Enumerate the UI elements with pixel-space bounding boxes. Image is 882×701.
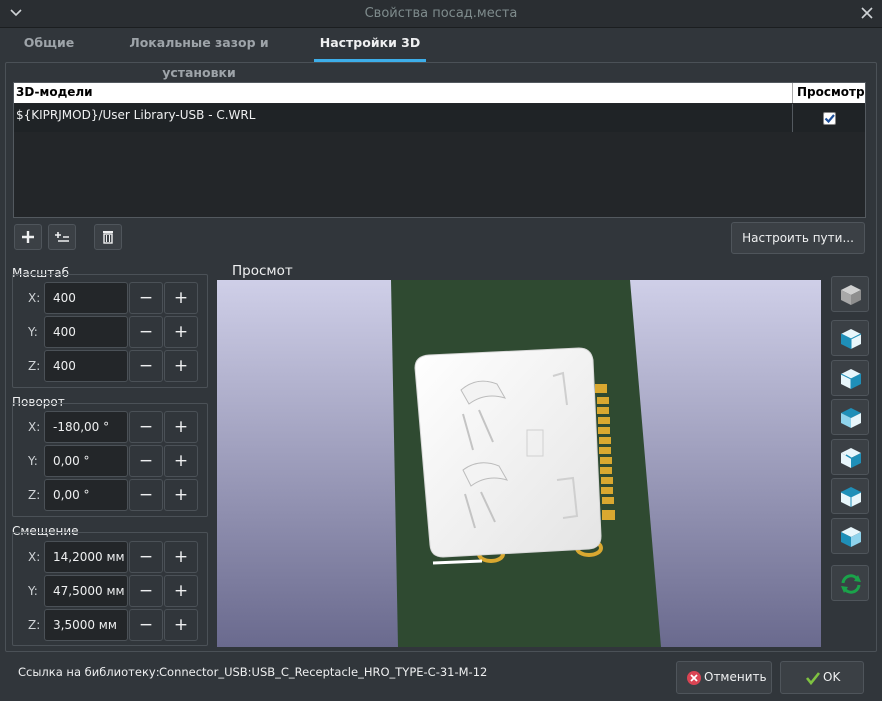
rotation-z-decrement[interactable]: − (129, 479, 163, 511)
browse-model-button[interactable] (48, 224, 76, 250)
configure-paths-button[interactable]: Настроить пути... (731, 222, 865, 254)
models-table-header: 3D-модели Просмотр (14, 83, 865, 103)
header-3d-models: 3D-модели (16, 85, 93, 99)
cancel-icon (687, 671, 701, 685)
offset-y-increment[interactable]: + (164, 575, 198, 607)
models-table-empty-area (13, 132, 866, 218)
scale-z-field[interactable]: 400 (44, 350, 128, 382)
rotation-z-increment[interactable]: + (164, 479, 198, 511)
rotation-z-label: Z: (28, 488, 41, 502)
rotation-x-field[interactable]: -180,00 ° (44, 411, 128, 443)
library-link-label: Ссылка на библиотеку: (18, 665, 160, 679)
offset-x-increment[interactable]: + (164, 541, 198, 573)
view-back-button[interactable] (831, 360, 869, 396)
offset-x-field[interactable]: 14,2000 мм (44, 541, 128, 573)
3d-model-render (217, 280, 821, 647)
refresh-icon (841, 574, 861, 594)
add-model-button[interactable] (14, 224, 42, 250)
offset-x-label: X: (28, 550, 41, 564)
rotation-y-increment[interactable]: + (164, 445, 198, 477)
rotation-x-label: X: (28, 420, 41, 434)
view-right-button[interactable] (831, 439, 869, 475)
offset-x-decrement[interactable]: − (129, 541, 163, 573)
model-path-cell[interactable]: ${KIPRJMOD}/User Library-USB - C.WRL (16, 108, 255, 122)
scale-z-increment[interactable]: + (164, 350, 198, 382)
offset-z-decrement[interactable]: − (129, 609, 163, 641)
title-bar: Свойства посад.места (0, 0, 882, 28)
rotation-y-label: Y: (28, 454, 38, 468)
cube-left-icon (841, 408, 861, 428)
rotation-x-decrement[interactable]: − (129, 411, 163, 443)
scale-x-decrement[interactable]: − (129, 282, 163, 314)
list-add-icon (55, 232, 69, 242)
rotation-y-decrement[interactable]: − (129, 445, 163, 477)
offset-y-label: Y: (28, 584, 38, 598)
close-icon[interactable] (860, 6, 874, 20)
trash-icon (103, 231, 113, 244)
scale-x-increment[interactable]: + (164, 282, 198, 314)
view-bottom-button[interactable] (831, 518, 869, 554)
preview-cell (792, 104, 865, 132)
view-3d-button[interactable] (831, 276, 869, 312)
view-top-button[interactable] (831, 478, 869, 514)
cancel-button[interactable]: Отменить (676, 661, 772, 694)
library-link-value: Connector_USB:USB_C_Receptacle_HRO_TYPE-… (159, 665, 488, 679)
cube-top-icon (840, 487, 862, 507)
cancel-label: Отменить (704, 670, 767, 684)
scale-x-label: X: (28, 291, 41, 305)
scale-z-decrement[interactable]: − (129, 350, 163, 382)
offset-y-decrement[interactable]: − (129, 575, 163, 607)
delete-model-button[interactable] (94, 224, 122, 250)
tab-3d-settings[interactable]: Настройки 3D (314, 28, 426, 62)
scale-y-field[interactable]: 400 (44, 316, 128, 348)
offset-z-increment[interactable]: + (164, 609, 198, 641)
scale-x-field[interactable]: 400 (44, 282, 128, 314)
3d-preview-canvas[interactable] (217, 280, 821, 647)
offset-y-field[interactable]: 47,5000 мм (44, 575, 128, 607)
models-table: 3D-модели Просмотр ${KIPRJMOD}/User Libr… (13, 82, 866, 132)
tab-general[interactable]: Общие (14, 28, 84, 62)
cube-right-icon (841, 448, 861, 468)
cube-bottom-icon (841, 527, 861, 547)
offset-z-label: Z: (28, 618, 41, 632)
cube-icon (841, 285, 861, 305)
cube-back-icon (840, 369, 862, 389)
ok-button[interactable]: OK (780, 661, 864, 694)
rotation-x-increment[interactable]: + (164, 411, 198, 443)
table-row[interactable]: ${KIPRJMOD}/User Library-USB - C.WRL (14, 104, 865, 132)
scale-y-increment[interactable]: + (164, 316, 198, 348)
tab-local-clearance[interactable]: Локальные зазор и установки (94, 28, 304, 80)
view-left-button[interactable] (831, 399, 869, 435)
offset-z-field[interactable]: 3,5000 мм (44, 609, 128, 641)
rotation-z-field[interactable]: 0,00 ° (44, 479, 128, 511)
header-preview: Просмотр (792, 83, 865, 103)
scale-y-decrement[interactable]: − (129, 316, 163, 348)
reload-preview-button[interactable] (831, 565, 869, 601)
scale-y-label: Y: (28, 325, 38, 339)
rotation-y-field[interactable]: 0,00 ° (44, 445, 128, 477)
tab-bar: Общие Локальные зазор и установки Настро… (0, 28, 882, 80)
check-icon (824, 114, 835, 124)
ok-label: OK (823, 670, 841, 684)
scale-z-label: Z: (28, 359, 41, 373)
plus-icon (22, 231, 34, 243)
cube-front-icon (840, 329, 862, 349)
view-front-button[interactable] (831, 320, 869, 356)
window-title: Свойства посад.места (364, 6, 518, 21)
preview-label: Просмот (232, 263, 293, 279)
preview-checkbox[interactable] (823, 112, 836, 125)
checkmark-icon (805, 672, 821, 686)
